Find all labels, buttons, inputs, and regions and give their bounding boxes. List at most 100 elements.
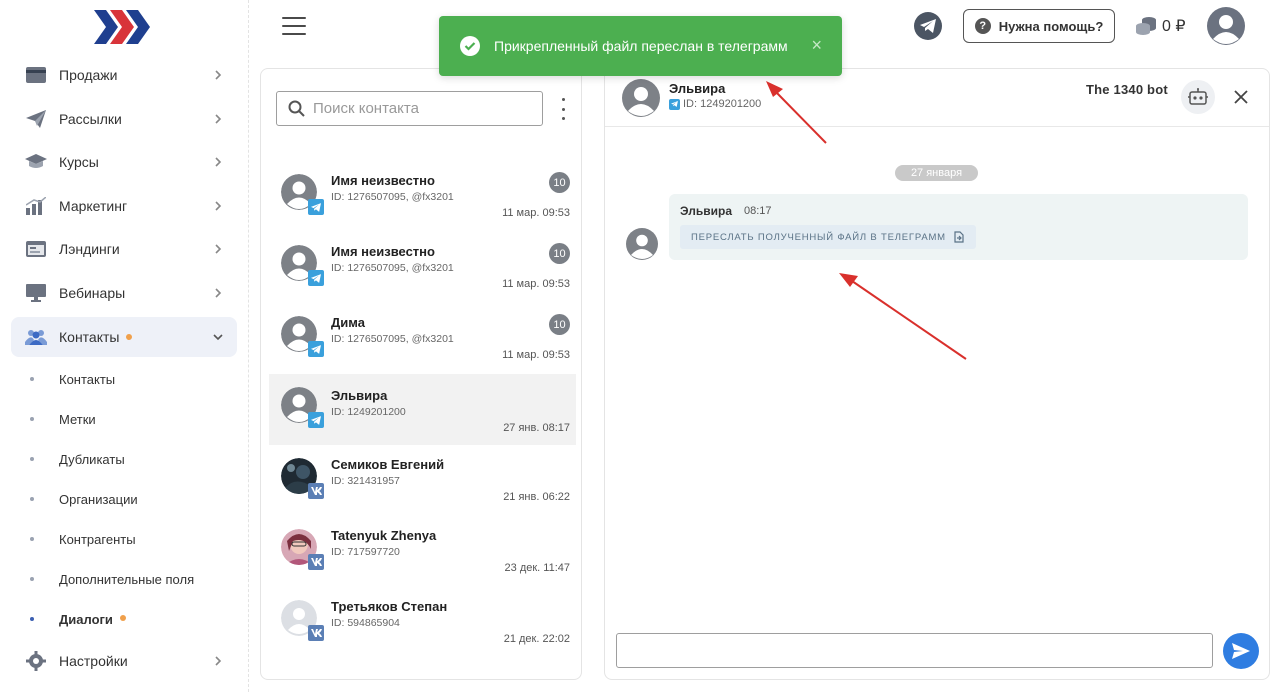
- vk-icon: [308, 625, 324, 641]
- hamburger-line: [282, 33, 306, 35]
- sidebar-item-label: Настройки: [59, 653, 128, 669]
- help-button[interactable]: ? Нужна помощь?: [963, 9, 1115, 43]
- toast-close-button[interactable]: ×: [811, 36, 822, 54]
- contact-list-item-selected[interactable]: Эльвира ID: 1249201200 27 янв. 08:17: [269, 374, 576, 445]
- logo-icon[interactable]: [94, 10, 150, 44]
- sidebar-item-landings[interactable]: Лэндинги: [11, 229, 237, 269]
- help-button-label: Нужна помощь?: [998, 18, 1104, 34]
- search-input[interactable]: [313, 100, 533, 117]
- sidebar-item-label: Маркетинг: [59, 198, 128, 214]
- unread-count-badge: 10: [549, 172, 570, 193]
- sidebar-subitem-duplicates[interactable]: Дубликаты: [30, 447, 125, 471]
- search-box[interactable]: [276, 91, 543, 126]
- chevron-right-icon: [215, 70, 222, 80]
- contact-name: Семиков Евгений: [331, 457, 445, 472]
- bar-chart-icon: [25, 195, 47, 217]
- chevron-right-icon: [215, 114, 222, 124]
- chevron-right-icon: [215, 244, 222, 254]
- monitor-icon: [25, 282, 47, 304]
- chevron-right-icon: [215, 157, 222, 167]
- sidebar-subitem-contacts[interactable]: Контакты: [30, 367, 115, 391]
- contact-list-item[interactable]: Третьяков Степан ID: 594865904 21 дек. 2…: [269, 590, 576, 661]
- sidebar-subitem-tags[interactable]: Метки: [30, 407, 96, 431]
- vk-icon: [308, 483, 324, 499]
- more-options-button[interactable]: [558, 98, 568, 120]
- contact-list-item[interactable]: Дима ID: 1276507095, @fx3201 10 11 мар. …: [269, 306, 576, 377]
- chat-contact-id-value: ID: 1249201200: [683, 98, 762, 110]
- contact-id: ID: 321431957: [331, 475, 400, 487]
- sidebar-item-sales[interactable]: Продажи: [11, 55, 237, 95]
- close-chat-icon[interactable]: [1233, 89, 1249, 105]
- vk-icon: [308, 554, 324, 570]
- telegram-icon: [308, 270, 324, 286]
- sidebar-subitem-label: Контакты: [59, 371, 116, 387]
- sidebar-item-settings[interactable]: Настройки: [11, 641, 237, 681]
- sidebar-item-label: Рассылки: [59, 111, 122, 127]
- graduation-cap-icon: [25, 151, 47, 173]
- balance[interactable]: 0 ₽: [1135, 14, 1186, 38]
- card-icon: [25, 64, 47, 86]
- balance-value: 0 ₽: [1162, 18, 1186, 35]
- contact-id: ID: 594865904: [331, 617, 400, 629]
- forward-file-to-telegram-button[interactable]: ПЕРЕСЛАТЬ ПОЛУЧЕННЫЙ ФАЙЛ В ТЕЛЕГРАММ: [680, 225, 976, 249]
- sidebar-subitem-custom-fields[interactable]: Дополнительные поля: [30, 567, 194, 591]
- telegram-icon: [920, 19, 936, 33]
- contact-id: ID: 1249201200: [331, 406, 406, 418]
- sidebar-subitem-counterparties[interactable]: Контрагенты: [30, 527, 136, 551]
- notification-dot: [126, 334, 133, 341]
- send-icon: [1232, 643, 1250, 659]
- chat-contact-name: Эльвира: [669, 81, 726, 96]
- sidebar-item-label: Курсы: [59, 154, 99, 170]
- avatar-placeholder-icon: [626, 228, 658, 260]
- chat-panel: Эльвира ID: 1249201200 The 1340 bot 27 я…: [604, 68, 1270, 680]
- users-icon: [25, 326, 47, 348]
- sidebar-item-marketing[interactable]: Маркетинг: [11, 186, 237, 226]
- sidebar: Продажи Рассылки Курсы Маркетинг Лэндинг…: [0, 0, 249, 692]
- sidebar-subitem-label: Контрагенты: [59, 531, 136, 547]
- contact-name: Tatenyuk Zhenya: [331, 528, 437, 543]
- telegram-icon: [308, 412, 324, 428]
- contact-name: Эльвира: [331, 388, 388, 403]
- chat-header: Эльвира ID: 1249201200 The 1340 bot: [605, 69, 1269, 127]
- sidebar-item-webinars[interactable]: Вебинары: [11, 273, 237, 313]
- sidebar-subitem-dialogs[interactable]: Диалоги: [30, 607, 126, 631]
- bullet: [30, 537, 34, 541]
- forward-file-button-label: ПЕРЕСЛАТЬ ПОЛУЧЕННЫЙ ФАЙЛ В ТЕЛЕГРАММ: [691, 231, 946, 243]
- bullet: [30, 417, 34, 421]
- bullet: [30, 577, 34, 581]
- send-button[interactable]: [1223, 633, 1259, 669]
- sidebar-item-courses[interactable]: Курсы: [11, 142, 237, 182]
- sidebar-subitem-organizations[interactable]: Организации: [30, 487, 138, 511]
- contact-name: Третьяков Степан: [331, 599, 448, 614]
- file-forward-icon: [954, 231, 964, 243]
- search-icon: [288, 100, 305, 117]
- contact-name: Дима: [331, 315, 365, 330]
- message-input-box[interactable]: [616, 633, 1213, 668]
- menu-toggle-button[interactable]: [282, 17, 306, 37]
- message-input[interactable]: [617, 634, 1212, 667]
- hamburger-line: [282, 25, 306, 27]
- contact-list-item[interactable]: Семиков Евгений ID: 321431957 21 янв. 06…: [269, 448, 576, 519]
- bullet: [30, 377, 34, 381]
- browser-window-icon: [25, 238, 47, 260]
- sidebar-subitem-label: Метки: [59, 411, 96, 427]
- sidebar-item-contacts[interactable]: Контакты: [11, 317, 237, 357]
- telegram-button[interactable]: [914, 12, 942, 40]
- bullet: [30, 497, 34, 501]
- avatar-placeholder-icon: [622, 79, 660, 117]
- contact-list-item[interactable]: Имя неизвестно ID: 1276507095, @fx3201 1…: [269, 164, 576, 235]
- bot-settings-button[interactable]: [1181, 80, 1215, 114]
- bot-name: The 1340 bot: [1086, 82, 1168, 97]
- message-bubble: Эльвира 08:17 ПЕРЕСЛАТЬ ПОЛУЧЕННЫЙ ФАЙЛ …: [669, 194, 1248, 260]
- check-circle-icon: [460, 36, 480, 56]
- user-avatar-icon[interactable]: [1207, 7, 1245, 45]
- contact-list-item[interactable]: Имя неизвестно ID: 1276507095, @fx3201 1…: [269, 235, 576, 306]
- sidebar-item-mailings[interactable]: Рассылки: [11, 99, 237, 139]
- contact-list-item[interactable]: Tatenyuk Zhenya ID: 717597720 23 дек. 11…: [269, 519, 576, 590]
- contact-time: 21 янв. 06:22: [503, 491, 570, 503]
- contact-id: ID: 1276507095, @fx3201: [331, 262, 454, 274]
- contact-id: ID: 1276507095, @fx3201: [331, 191, 454, 203]
- sidebar-subitem-label: Диалоги: [59, 611, 113, 627]
- chevron-down-icon: [213, 334, 223, 341]
- sidebar-item-label: Лэндинги: [59, 241, 120, 257]
